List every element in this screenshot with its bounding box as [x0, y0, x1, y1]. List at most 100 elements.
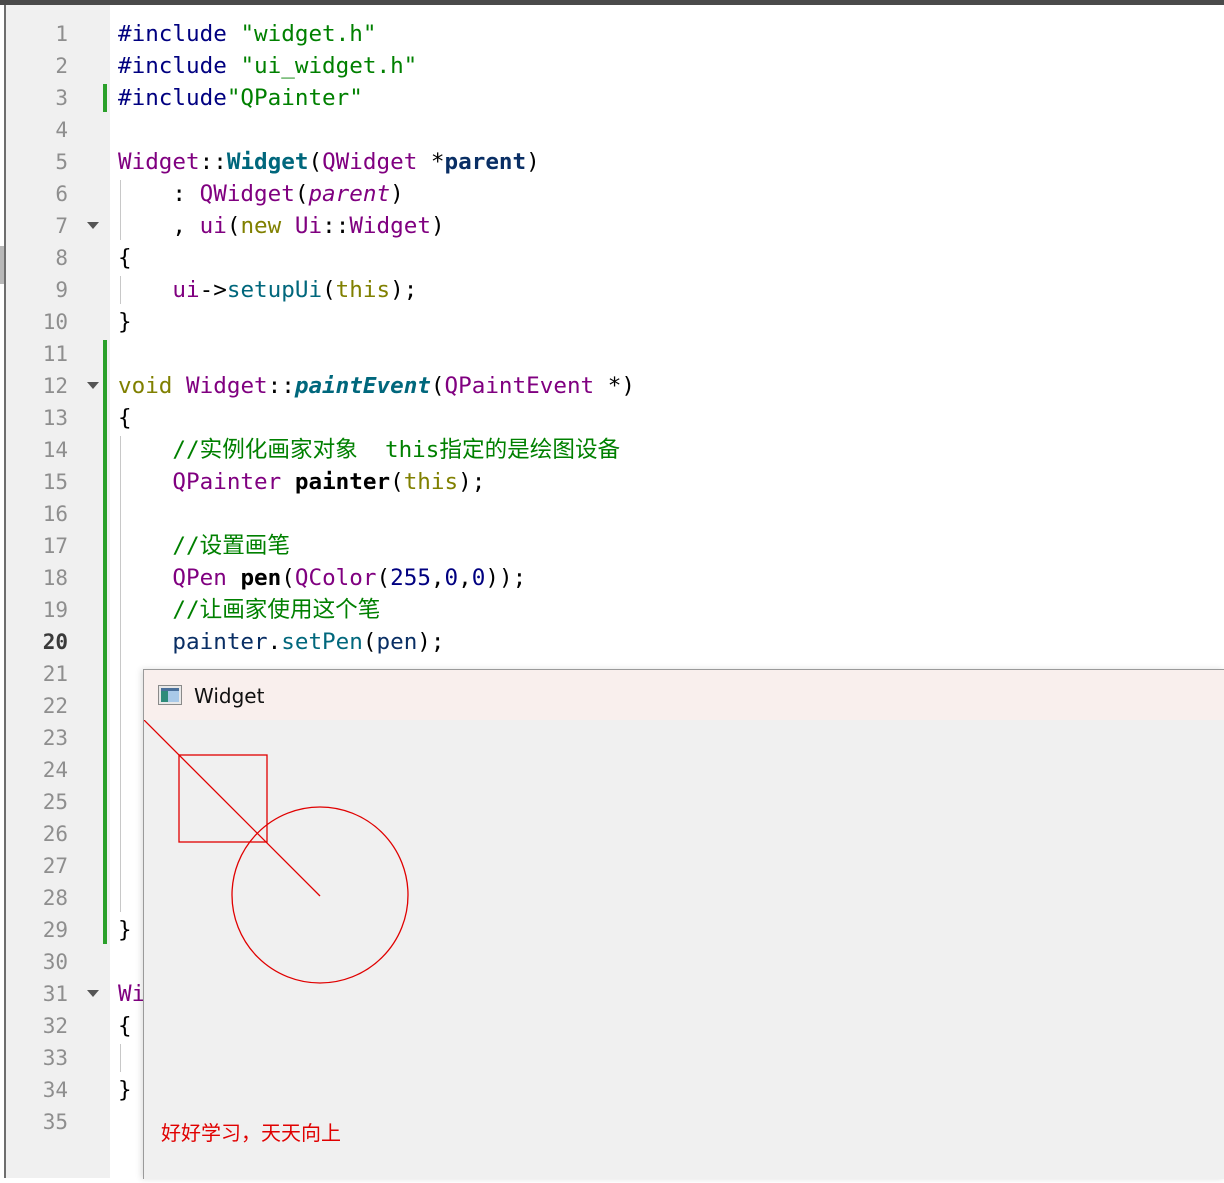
indent-guide: [120, 1044, 121, 1072]
line-number: 7: [55, 214, 68, 238]
line-number: 29: [42, 918, 68, 942]
code-token: pen: [376, 629, 418, 655]
line-number: 2: [55, 54, 68, 78]
code-token: parent: [308, 181, 391, 207]
code-token: 0: [444, 565, 459, 591]
code-token: (: [322, 277, 336, 303]
code-token: }: [118, 917, 132, 943]
line-number: 17: [42, 534, 68, 558]
code-line[interactable]: }: [118, 306, 132, 338]
code-token: "widget.h": [240, 21, 377, 47]
line-number: 23: [42, 726, 68, 750]
code-line[interactable]: #include"QPainter": [118, 82, 363, 114]
code-token: (: [281, 565, 295, 591]
code-token: QPainter: [172, 469, 282, 495]
line-number: 28: [42, 886, 68, 910]
code-token: ): [526, 149, 540, 175]
line-number: 8: [55, 246, 68, 270]
code-line[interactable]: //让画家使用这个笔: [118, 594, 380, 626]
line-number: 31: [42, 982, 68, 1006]
code-line[interactable]: //实例化画家对象 this指定的是绘图设备: [118, 434, 620, 466]
code-token: :: [118, 181, 200, 207]
code-token: new: [240, 213, 282, 239]
code-token: }: [118, 309, 132, 335]
line-number: 20: [42, 630, 68, 654]
code-line[interactable]: : QWidget(parent): [118, 178, 404, 210]
line-number: 1: [55, 22, 68, 46]
code-token: QPaintEvent: [444, 373, 595, 399]
line-number: 32: [42, 1014, 68, 1038]
line-number: 33: [42, 1046, 68, 1070]
indent-guide: [120, 436, 121, 912]
widget-window[interactable]: Widget 好好学习，天天向上: [143, 669, 1224, 1179]
line-number: 16: [42, 502, 68, 526]
code-token: }: [118, 1077, 132, 1103]
code-line[interactable]: ui->setupUi(this);: [118, 274, 417, 306]
code-token: (: [362, 629, 377, 655]
splitter-handle[interactable]: [0, 246, 4, 284]
code-token: {: [118, 245, 132, 271]
fold-toggle-icon[interactable]: [87, 990, 99, 997]
code-line[interactable]: {: [118, 242, 132, 274]
qt-window-icon: [158, 685, 182, 705]
code-token: ): [390, 181, 404, 207]
fold-toggle-icon[interactable]: [87, 222, 99, 229]
code-token: Widget: [186, 373, 268, 399]
line-number: 12: [42, 374, 68, 398]
window-titlebar[interactable]: Widget: [144, 670, 1224, 720]
code-line[interactable]: {: [118, 402, 132, 434]
code-token: (: [430, 373, 445, 399]
line-number: 4: [55, 118, 68, 142]
code-token: ::: [322, 213, 350, 239]
code-line[interactable]: #include "widget.h": [118, 18, 376, 50]
line-number: 15: [42, 470, 68, 494]
code-token: Ui: [294, 213, 323, 239]
code-token: ): [430, 213, 445, 239]
code-token: );: [458, 469, 486, 495]
code-line[interactable]: {: [118, 1010, 132, 1042]
code-line[interactable]: Widget::Widget(QWidget *parent): [118, 146, 540, 178]
code-token: ,: [118, 213, 200, 239]
line-number: 24: [42, 758, 68, 782]
code-line[interactable]: Wi: [118, 978, 145, 1010]
code-token: {: [118, 405, 132, 431]
code-token: 0: [471, 565, 486, 591]
code-token: ,: [458, 565, 472, 591]
code-line[interactable]: #include "ui_widget.h": [118, 50, 417, 82]
line-number: 3: [55, 86, 68, 110]
code-token: this: [403, 469, 459, 495]
code-token: setupUi: [226, 277, 323, 303]
line-number: 13: [42, 406, 68, 430]
code-line[interactable]: QPen pen(QColor(255,0,0));: [118, 562, 526, 594]
code-token: setPen: [281, 629, 363, 655]
change-marker: [103, 340, 107, 944]
code-token: *: [417, 149, 445, 175]
fold-toggle-icon[interactable]: [87, 382, 99, 389]
code-token: parent: [444, 149, 527, 175]
code-token: *): [594, 373, 635, 399]
code-token: );: [417, 629, 445, 655]
painted-text: 好好学习，天天向上: [161, 1121, 341, 1145]
code-token: ));: [485, 565, 527, 591]
code-line[interactable]: , ui(new Ui::Widget): [118, 210, 445, 242]
line-number: 11: [42, 342, 68, 366]
code-line[interactable]: painter.setPen(pen);: [118, 626, 445, 658]
code-line[interactable]: //设置画笔: [118, 530, 290, 562]
code-line[interactable]: }: [118, 914, 132, 946]
line-number: 26: [42, 822, 68, 846]
line-number: 27: [42, 854, 68, 878]
code-token: ui: [118, 277, 200, 303]
code-line[interactable]: }: [118, 1074, 132, 1106]
paint-canvas: [143, 719, 409, 984]
paint-area: 好好学习，天天向上: [143, 719, 1224, 1179]
code-line[interactable]: void Widget::paintEvent(QPaintEvent *): [118, 370, 635, 402]
code-token: ::: [199, 149, 227, 175]
code-token: paintEvent: [294, 373, 431, 399]
code-line[interactable]: QPainter painter(this);: [118, 466, 485, 498]
